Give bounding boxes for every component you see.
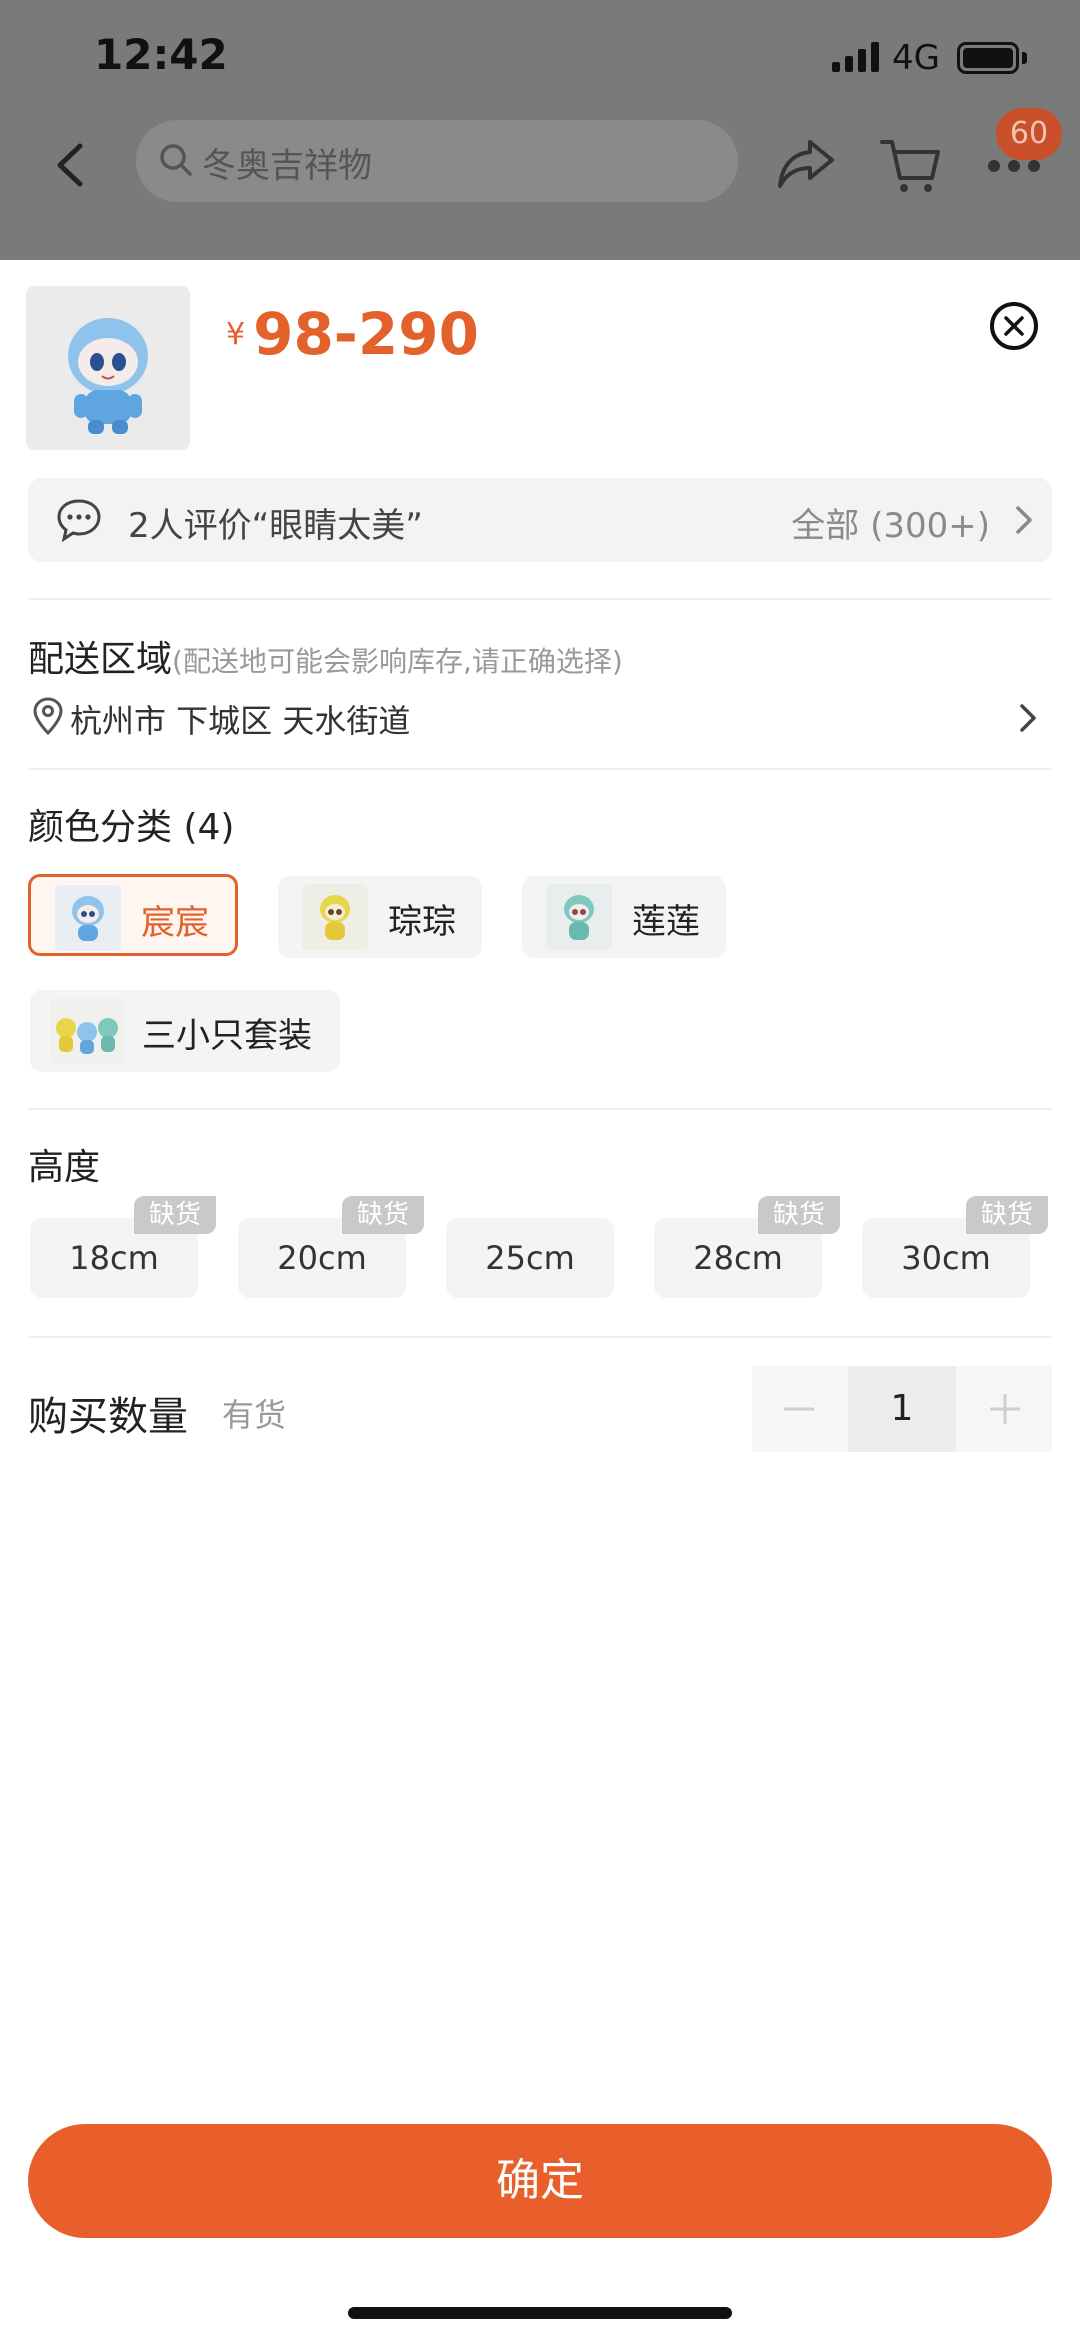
out-of-stock-tag: 缺货 — [342, 1196, 424, 1234]
mascot-image-icon — [26, 286, 190, 450]
height-section-title: 高度 — [28, 1147, 101, 1188]
screen: 12:42 4G 冬奥吉祥物 60 ¥ 98-290 2人评价“眼睛太美” 全部… — [0, 0, 1080, 2337]
increase-button[interactable] — [958, 1366, 1052, 1452]
color-option-label: 琮琮 — [388, 902, 456, 942]
chenchen-thumbnail — [55, 885, 121, 951]
color-option-trio-set[interactable]: 三小只套装 — [30, 990, 340, 1072]
battery-icon — [957, 42, 1019, 74]
chevron-right-icon[interactable] — [1018, 702, 1038, 734]
review-all-link[interactable]: 全部 (300+) — [791, 498, 990, 547]
divider — [28, 768, 1052, 770]
status-time: 12:42 — [94, 30, 228, 79]
color-option-label: 莲莲 — [632, 902, 700, 942]
confirm-button[interactable]: 确定 — [28, 2124, 1052, 2238]
divider — [28, 1336, 1052, 1338]
quantity-stepper: 1 — [752, 1366, 1052, 1452]
close-button[interactable] — [990, 302, 1038, 350]
delivery-address[interactable]: 杭州市 下城区 天水街道 — [70, 696, 410, 742]
product-thumbnail[interactable] — [26, 286, 190, 450]
delivery-hint: (配送地可能会影响库存,请正确选择) — [172, 645, 623, 678]
message-count-badge: 60 — [996, 108, 1062, 160]
color-option-lianlian[interactable]: 莲莲 — [522, 876, 726, 958]
review-summary-text: 2人评价“眼睛太美” — [128, 506, 423, 546]
dimmed-overlay[interactable]: 12:42 4G 冬奥吉祥物 60 — [0, 0, 1080, 260]
mascot-yellow-icon — [302, 884, 368, 950]
search-icon — [160, 144, 192, 176]
mascot-teal-icon — [546, 884, 612, 950]
color-option-label: 三小只套装 — [142, 1016, 312, 1056]
decrease-button[interactable] — [752, 1366, 846, 1452]
minus-icon — [784, 1407, 814, 1411]
delivery-section-title: 配送区域(配送地可能会影响库存,请正确选择) — [28, 630, 623, 682]
stock-status: 有货 — [222, 1396, 287, 1434]
share-icon[interactable] — [776, 136, 836, 190]
sku-selection-sheet: ¥98-290 2人评价“眼睛太美” 全部 (300+) 配送区域(配送地可能会… — [0, 260, 1080, 2337]
network-type: 4G — [892, 38, 940, 78]
lianlian-thumbnail — [546, 884, 612, 950]
location-pin-icon — [33, 697, 63, 736]
search-input[interactable]: 冬奥吉祥物 — [136, 120, 738, 202]
out-of-stock-tag: 缺货 — [134, 1196, 216, 1234]
chevron-right-icon — [1016, 506, 1032, 534]
mascot-trio-icon — [50, 998, 124, 1064]
chat-bubble-icon — [57, 499, 101, 542]
battery-tip — [1022, 52, 1027, 64]
quantity-value[interactable]: 1 — [848, 1366, 956, 1452]
out-of-stock-tag: 缺货 — [758, 1196, 840, 1234]
height-option-25cm[interactable]: 25cm — [446, 1218, 614, 1298]
congcong-thumbnail — [302, 884, 368, 950]
plus-icon — [990, 1394, 1020, 1424]
cart-icon[interactable] — [880, 136, 940, 196]
divider — [28, 1108, 1052, 1110]
close-icon — [1004, 316, 1024, 336]
back-icon[interactable] — [50, 140, 90, 190]
delivery-title: 配送区域 — [28, 639, 173, 680]
mascot-blue-icon — [55, 885, 121, 951]
search-placeholder: 冬奥吉祥物 — [202, 146, 372, 186]
quantity-label: 购买数量 — [28, 1394, 188, 1440]
price-currency: ¥ — [226, 317, 246, 352]
out-of-stock-tag: 缺货 — [966, 1196, 1048, 1234]
color-section-title: 颜色分类 (4) — [28, 807, 235, 848]
home-indicator[interactable] — [348, 2307, 732, 2319]
color-option-chenchen[interactable]: 宸宸 — [28, 874, 238, 956]
price-range: ¥98-290 — [226, 300, 479, 368]
divider — [28, 598, 1052, 600]
price-value: 98-290 — [253, 300, 479, 368]
more-icon[interactable] — [986, 158, 1042, 174]
trio-set-thumbnail — [50, 998, 124, 1064]
color-option-label: 宸宸 — [141, 903, 209, 943]
review-summary-bar[interactable]: 2人评价“眼睛太美” 全部 (300+) — [28, 478, 1052, 562]
color-option-congcong[interactable]: 琮琮 — [278, 876, 482, 958]
signal-icon — [832, 42, 879, 72]
